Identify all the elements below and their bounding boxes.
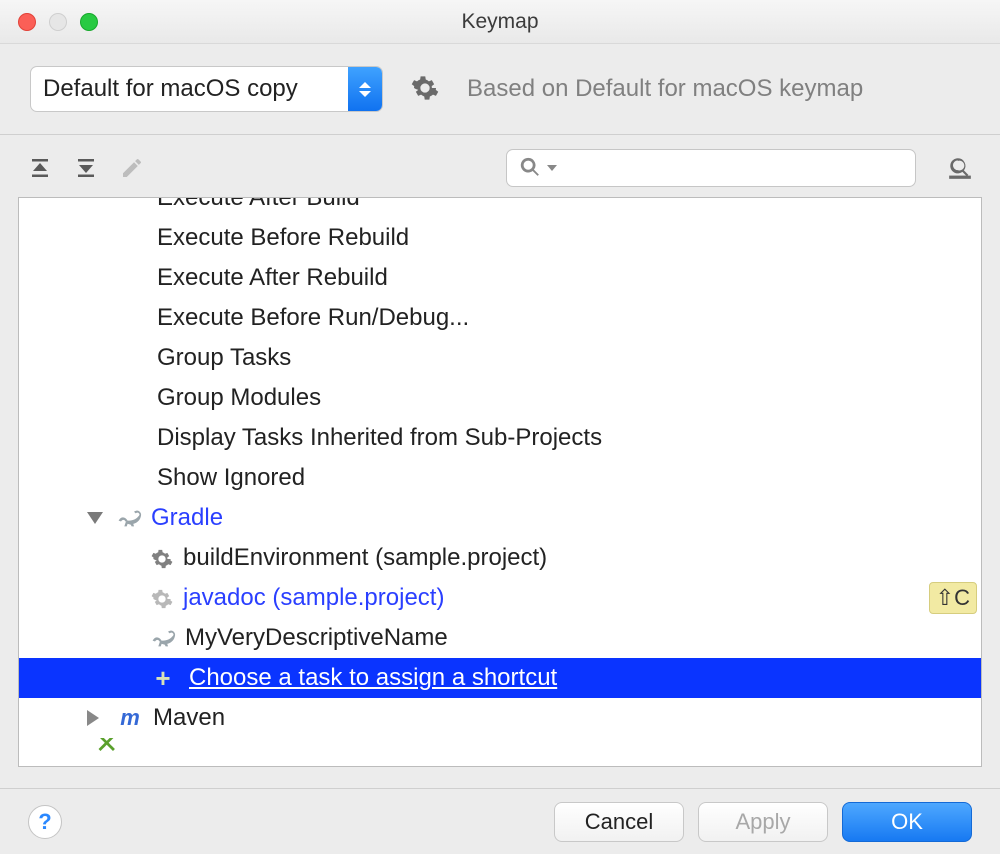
tree-item-label: javadoc (sample.project) [183, 584, 444, 612]
window-title: Keymap [0, 10, 1000, 34]
ok-button[interactable]: OK [842, 802, 972, 842]
tree-item[interactable]: Execute After Build [19, 197, 981, 218]
tree-item-label: Show Ignored [157, 464, 305, 492]
based-on-label: Based on Default for macOS keymap [467, 75, 863, 103]
chevron-down-icon [547, 165, 557, 171]
tree-item[interactable]: ✕ [19, 738, 981, 756]
keymap-select-label: Default for macOS copy [31, 75, 348, 103]
tree-item-label: Choose a task to assign a shortcut [189, 664, 557, 692]
tree-item-choose-task[interactable]: + Choose a task to assign a shortcut [19, 658, 981, 698]
tree-item-gradle-task[interactable]: MyVeryDescriptiveName [19, 618, 981, 658]
tree-item-label: Group Modules [157, 384, 321, 412]
gradle-icon [151, 624, 185, 652]
tree-group-maven[interactable]: m Maven [19, 698, 981, 738]
expand-all-button[interactable] [26, 154, 54, 182]
keymap-select-arrows[interactable] [348, 67, 382, 111]
tree-item[interactable]: Show Ignored [19, 458, 981, 498]
pencil-icon [120, 156, 144, 180]
tree-item[interactable]: Execute After Rebuild [19, 258, 981, 298]
tree-item-label: Execute After Build [157, 197, 360, 212]
shortcut-text: ⇧C [936, 585, 970, 611]
tree-group-label: Gradle [151, 504, 223, 532]
keymap-select[interactable]: Default for macOS copy [30, 66, 383, 112]
tree-item-label: MyVeryDescriptiveName [185, 624, 448, 652]
maven-icon: m [117, 705, 143, 731]
tree-item-label: Execute After Rebuild [157, 264, 388, 292]
chevron-down-icon [359, 91, 371, 97]
search-icon [519, 156, 541, 181]
keymap-top-panel: Default for macOS copy Based on Default … [0, 44, 1000, 135]
chevron-up-icon [359, 82, 371, 88]
titlebar: Keymap [0, 0, 1000, 44]
apply-button: Apply [698, 802, 828, 842]
tree-item-label: buildEnvironment (sample.project) [183, 544, 547, 572]
ok-label: OK [891, 809, 923, 835]
collapse-all-icon [74, 156, 98, 180]
tree-item[interactable]: Group Modules [19, 378, 981, 418]
check-icon: ✕ [95, 738, 121, 756]
tree-group-gradle[interactable]: Gradle [19, 498, 981, 538]
gradle-icon [117, 504, 151, 532]
gear-icon [151, 544, 183, 572]
action-tree[interactable]: Execute After Build Execute Before Rebui… [18, 197, 982, 767]
expand-all-icon [28, 156, 52, 180]
search-input[interactable] [563, 157, 903, 180]
tree-item-label: Display Tasks Inherited from Sub-Project… [157, 424, 602, 452]
cancel-label: Cancel [585, 809, 653, 835]
tree-item-gradle-task[interactable]: buildEnvironment (sample.project) [19, 538, 981, 578]
tree-group-label: Maven [153, 704, 225, 732]
chevron-down-icon [87, 512, 103, 524]
help-label: ? [38, 809, 51, 835]
tree-item[interactable]: Execute Before Run/Debug... [19, 298, 981, 338]
tree-item-gradle-task[interactable]: javadoc (sample.project) ⇧C [19, 578, 981, 618]
keymap-actions-gear-button[interactable] [411, 74, 439, 105]
tree-item-label: Execute Before Run/Debug... [157, 304, 469, 332]
tree-item[interactable]: Display Tasks Inherited from Sub-Project… [19, 418, 981, 458]
edit-shortcut-button[interactable] [118, 154, 146, 182]
search-input-container[interactable] [506, 149, 916, 187]
collapse-all-button[interactable] [72, 154, 100, 182]
tree-item-label: Execute Before Rebuild [157, 224, 409, 252]
dialog-footer: ? Cancel Apply OK [0, 788, 1000, 854]
tree-item[interactable]: Group Tasks [19, 338, 981, 378]
apply-label: Apply [735, 809, 790, 835]
find-shortcut-icon [947, 155, 973, 181]
keymap-toolbar [0, 135, 1000, 197]
gear-icon [151, 584, 183, 612]
tree-item-label: Group Tasks [157, 344, 291, 372]
tree-item[interactable]: Execute Before Rebuild [19, 218, 981, 258]
plus-icon: + [151, 663, 175, 694]
gear-icon [411, 74, 439, 102]
cancel-button[interactable]: Cancel [554, 802, 684, 842]
find-by-shortcut-button[interactable] [946, 154, 974, 182]
help-button[interactable]: ? [28, 805, 62, 839]
chevron-right-icon [87, 710, 99, 726]
shortcut-badge: ⇧C [929, 582, 977, 614]
